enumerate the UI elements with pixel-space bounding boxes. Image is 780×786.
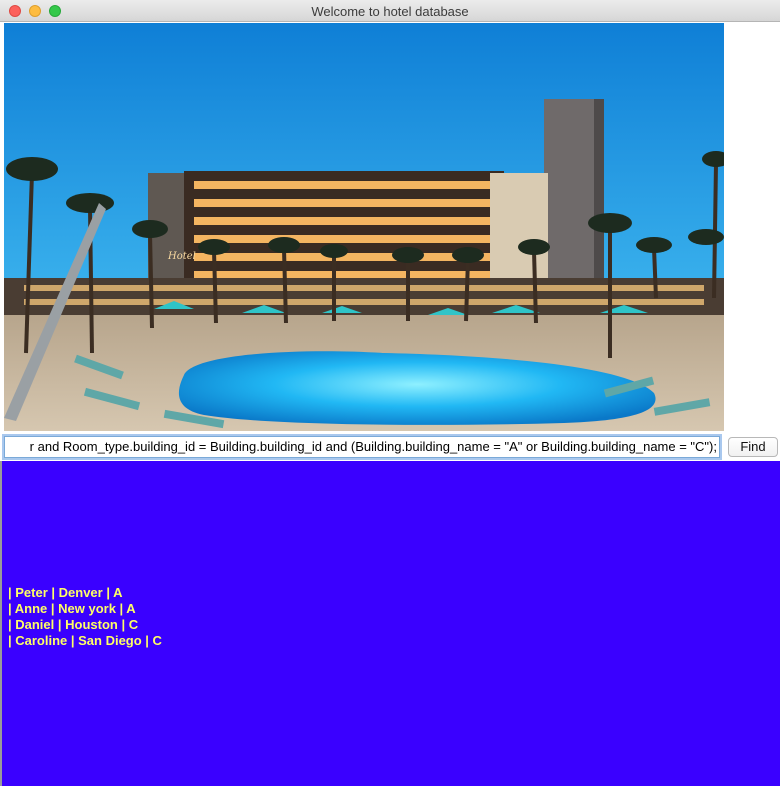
window-title: Welcome to hotel database [311,4,469,19]
find-button[interactable]: Find [728,437,778,457]
results-panel: | Peter | Denver | A | Anne | New york |… [2,461,780,786]
hotel-sign-text: Hotel [167,251,196,262]
title-bar[interactable]: Welcome to hotel database [0,0,780,22]
hotel-photo: Hotel [4,23,724,431]
query-bar: r and Room_type.building_id = Building.b… [0,431,780,461]
result-row: | Anne | New york | A [8,601,136,616]
sql-query-input[interactable]: r and Room_type.building_id = Building.b… [4,436,720,458]
app-window: Welcome to hotel database Hotel r and Ro… [0,0,780,786]
hotel-photo-illustration: Hotel [4,23,724,431]
result-row: | Peter | Denver | A [8,585,123,600]
result-row: | Daniel | Houston | C [8,617,139,632]
results-list: | Peter | Denver | A | Anne | New york |… [8,585,162,649]
result-row: | Caroline | San Diego | C [8,633,162,648]
